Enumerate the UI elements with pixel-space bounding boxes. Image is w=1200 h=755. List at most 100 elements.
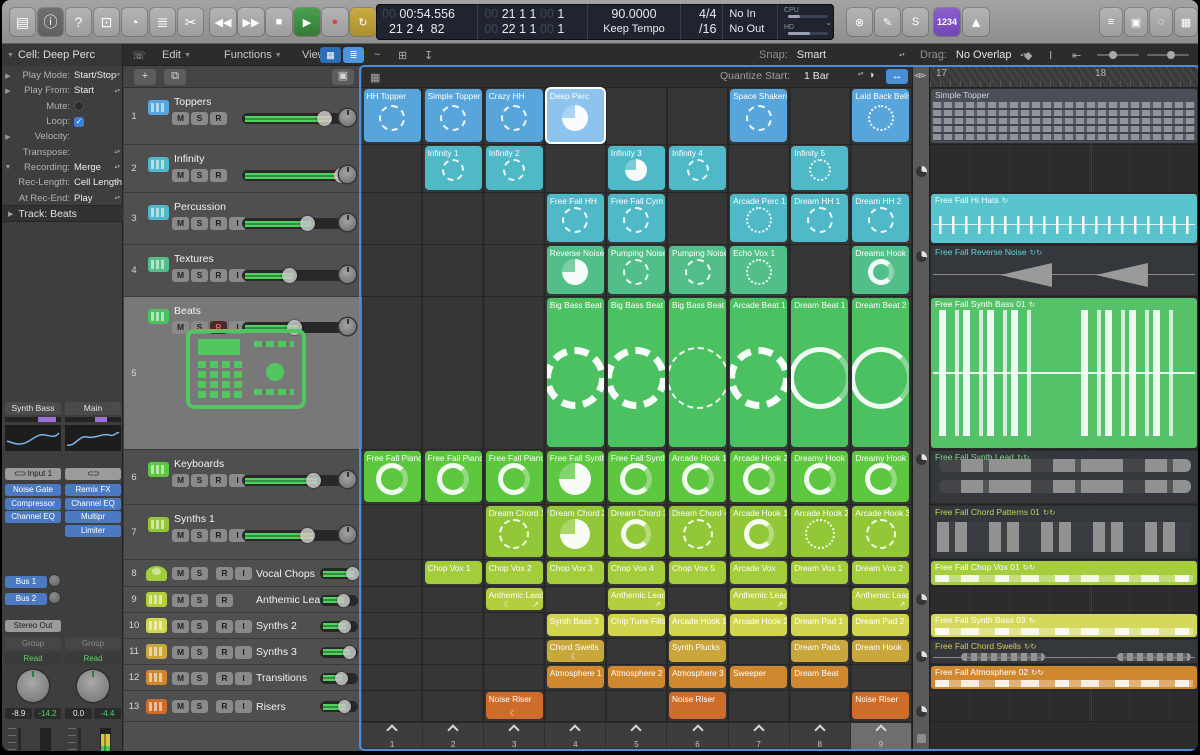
grid-cell[interactable]: Dreamy Hook 2 (852, 451, 909, 502)
mute-button[interactable]: M (172, 567, 189, 580)
grid-cell[interactable]: Infinity 2 (486, 146, 543, 190)
pan-knob[interactable] (339, 318, 356, 335)
track-inspector-header[interactable]: ▶Track: Beats (2, 205, 123, 222)
library-icon[interactable]: ▤ (10, 8, 35, 36)
pan-knob[interactable] (339, 166, 356, 183)
plugin-slot[interactable]: Noise Gate (5, 484, 61, 496)
vertical-zoom-slider[interactable] (1097, 54, 1139, 56)
automation-mode-button[interactable]: Read (65, 653, 121, 665)
volume-slider[interactable] (320, 673, 358, 684)
loop-checkbox[interactable]: ✓ (74, 117, 84, 127)
pan-value[interactable]: -8.9 (5, 708, 32, 719)
track-name[interactable]: Risers (256, 701, 286, 713)
mute-button[interactable]: M (172, 112, 189, 125)
solo-button[interactable]: S (191, 112, 208, 125)
mute-button[interactable]: M (172, 169, 189, 182)
region-free-fall-synth-lead[interactable]: Free Fall Synth Lead↻↻ (931, 451, 1197, 503)
step-input-icon[interactable]: ▦ (370, 69, 380, 85)
grid-cell[interactable]: Infinity 5 (791, 146, 848, 190)
record-enable-button[interactable]: R (216, 700, 233, 713)
grid-cell[interactable]: Anthemic Lead☾↗ (486, 588, 543, 610)
grid-cell[interactable]: Arcade Hook 2 (791, 506, 848, 557)
pan-knob[interactable] (339, 214, 356, 231)
scene-trigger-2[interactable]: 2 (423, 723, 484, 749)
track-name[interactable]: Transitions (256, 672, 307, 684)
pan-knob[interactable] (339, 266, 356, 283)
grid-cell[interactable]: Pumping Noise (608, 246, 665, 294)
param-stepper[interactable]: ▴▾ (114, 89, 120, 94)
editors-icon[interactable]: ✂ (178, 8, 203, 36)
region-free-fall-chord-patterns-01[interactable]: Free Fall Chord Patterns 01↻↻ (931, 506, 1197, 558)
grid-cell[interactable]: Dream Chord 1 (486, 506, 543, 557)
region-free-fall-synth-bass-01[interactable]: Free Fall Synth Bass 01↻ (931, 298, 1197, 448)
param-stepper[interactable]: ▴▾ (114, 73, 120, 78)
track-header-transitions[interactable]: 12MSRITransitions (124, 665, 362, 691)
grid-cell[interactable]: Arcade Vox (730, 561, 787, 584)
disclosure-icon[interactable]: ▶ (2, 72, 14, 80)
track-header-synths-3[interactable]: 11MSRISynths 3 (124, 639, 362, 665)
track-name[interactable]: Synths 3 (256, 646, 297, 658)
solo-button[interactable]: S (191, 672, 208, 685)
inspector-param-velocity[interactable]: ▶Velocity: (2, 129, 123, 144)
disclosure-icon[interactable]: ▶ (2, 87, 14, 95)
param-stepper[interactable]: ▴▾ (114, 196, 120, 201)
play-button[interactable]: ▶ (294, 8, 320, 36)
toolbar-icon[interactable]: ⊡ (94, 8, 119, 36)
inspector-icon[interactable]: ⓘ (38, 8, 63, 36)
scene-trigger-7[interactable]: 7 (729, 723, 790, 749)
grid-cell[interactable]: Big Bass Beat 2 (608, 298, 665, 447)
volume-slider[interactable] (242, 218, 348, 229)
grid-cell[interactable]: Free Fall HH (547, 194, 604, 242)
mixer-icon[interactable]: ≣ (150, 8, 175, 36)
pan-knob[interactable] (339, 526, 356, 543)
plugin-slot[interactable]: Multipr (65, 511, 121, 523)
param-value[interactable]: Start/Stop (74, 70, 116, 81)
count-in-button[interactable]: 1234 (934, 8, 960, 36)
record-enable-button[interactable]: R (210, 269, 227, 282)
lcd-signature[interactable]: 4/4 /16 (681, 4, 723, 40)
region-free-fall-synth-bass-03[interactable]: Free Fall Synth Bass 03↻ (931, 614, 1197, 637)
track-header-beats[interactable]: 5BeatsMSRI (124, 297, 362, 450)
solo-button[interactable]: S (191, 620, 208, 633)
solo-button[interactable]: S (191, 169, 208, 182)
grid-cell[interactable]: Laid Back Bells (852, 89, 909, 142)
region-simple-topper[interactable]: Simple Topper (931, 89, 1197, 143)
grid-cell[interactable]: Dream Beat 2 (852, 298, 909, 447)
mute-button[interactable]: M (172, 672, 189, 685)
solo-button[interactable]: S (191, 646, 208, 659)
grid-cell[interactable]: Echo Vox 1 (730, 246, 787, 294)
cycle-button[interactable]: ↻ (350, 8, 376, 36)
grid-cell[interactable]: Simple Topper (425, 89, 482, 142)
grid-cell[interactable]: Infinity 4 (669, 146, 726, 190)
grid-cell[interactable]: Noise Riser☾ (486, 692, 543, 719)
plugin-slot[interactable]: Limiter (65, 525, 121, 537)
track-header-textures[interactable]: 4TexturesMSRI (124, 245, 362, 297)
track-header-infinity[interactable]: 2InfinityMSR (124, 145, 362, 193)
grid-cell[interactable]: Dream Beat (791, 666, 848, 688)
pan-knob[interactable] (339, 109, 356, 126)
grid-cell[interactable]: Arcade Beat 1 (730, 298, 787, 447)
track-name[interactable]: Toppers (174, 96, 211, 108)
volume-slider[interactable] (320, 647, 358, 658)
record-enable-button[interactable]: R (216, 672, 233, 685)
mute-button[interactable]: M (172, 217, 189, 230)
channel-name[interactable]: Synth Bass (5, 402, 61, 415)
inspector-param-playfrom[interactable]: ▶Play From:Start▴▾ (2, 83, 123, 98)
param-value[interactable]: Start (74, 85, 94, 96)
mute-button[interactable]: M (172, 594, 189, 607)
eq-thumbnail[interactable] (5, 425, 61, 451)
lcd-tempo[interactable]: 90.0000 Keep Tempo (588, 4, 681, 40)
region-free-fall-chop-vox-01[interactable]: Free Fall Chop Vox 01↻↻ (931, 561, 1197, 585)
track-name[interactable]: Synths 2 (256, 620, 297, 632)
region-free-fall-reverse-noise[interactable]: Free Fall Reverse Noise↻↻ (931, 246, 1197, 295)
grid-cell[interactable]: Chip Tune Fills (608, 614, 665, 636)
grid-cell[interactable]: Arcade Hook 1 (669, 451, 726, 502)
track-header-toppers[interactable]: 1ToppersMSR (124, 88, 362, 145)
grid-cell[interactable]: Chop Vox 3 (547, 561, 604, 584)
grid-cell[interactable]: Chop Vox 4 (608, 561, 665, 584)
waveform-zoom-icon[interactable]: ◆ (1024, 47, 1032, 63)
grid-cell[interactable]: Arcade Hook 1 (730, 506, 787, 557)
pan-knob[interactable] (17, 670, 49, 702)
menu-edit[interactable]: Edit▼ (162, 47, 191, 63)
disclosure-icon[interactable]: ▼ (2, 164, 14, 171)
